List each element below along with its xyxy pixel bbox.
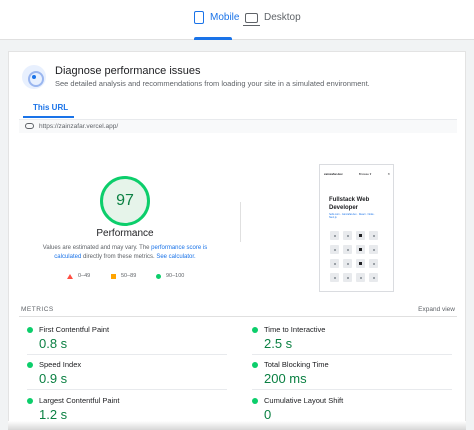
metric-value: 2.5 s bbox=[264, 336, 293, 351]
good-circle-icon bbox=[27, 362, 33, 368]
preview-tile bbox=[369, 231, 378, 240]
url-tab-indicator bbox=[23, 116, 74, 118]
performance-note: Values are estimated and may vary. The p… bbox=[29, 244, 221, 262]
report-card: Diagnose performance issues See detailed… bbox=[8, 51, 466, 430]
metric-row-divider bbox=[27, 354, 227, 355]
metric-label: Largest Contentful Paint bbox=[39, 396, 120, 405]
smartphone-icon bbox=[194, 11, 204, 24]
preview-tile bbox=[369, 259, 378, 268]
legend-average: 50–89 bbox=[111, 273, 136, 279]
url-bar: https://zainzafar.vercel.app/ bbox=[19, 119, 457, 133]
preview-menu: Browse ▾ bbox=[358, 171, 372, 176]
square-icon bbox=[111, 273, 116, 279]
section-divider bbox=[240, 202, 241, 242]
diagnose-subtitle: See detailed analysis and recommendation… bbox=[55, 79, 370, 88]
metric-row-divider bbox=[27, 389, 227, 390]
legend-good-label: 90–100 bbox=[166, 273, 185, 279]
link-icon bbox=[25, 123, 34, 129]
preview-heading-line1: Fullstack Web bbox=[329, 197, 370, 203]
metric-value: 0.9 s bbox=[39, 371, 68, 386]
preview-tile bbox=[330, 259, 339, 268]
metric-label: Speed Index bbox=[39, 360, 82, 369]
preview-tile bbox=[330, 273, 339, 282]
legend-poor: 0–49 bbox=[67, 273, 90, 279]
preview-close: ✕ bbox=[387, 171, 390, 176]
preview-heading-line2: Developer bbox=[329, 205, 359, 211]
tested-url[interactable]: https://zainzafar.vercel.app/ bbox=[39, 123, 118, 130]
tab-mobile-label: Mobile bbox=[210, 12, 240, 23]
metric-value: 200 ms bbox=[264, 371, 307, 386]
preview-tile bbox=[356, 231, 365, 240]
metric-label: Cumulative Layout Shift bbox=[264, 396, 344, 405]
preview-logo: zainzafar.dev bbox=[324, 171, 343, 176]
preview-tile bbox=[343, 245, 352, 254]
note-text-2: directly from these metrics. bbox=[81, 254, 157, 260]
bottom-edge-shadow bbox=[8, 421, 466, 430]
good-circle-icon bbox=[252, 327, 258, 333]
see-calculator-link[interactable]: See calculator. bbox=[156, 254, 195, 260]
expand-view-toggle[interactable]: Expand view bbox=[418, 306, 455, 313]
preview-header: zainzafar.dev Browse ▾ ✕ bbox=[324, 171, 390, 176]
triangle-icon bbox=[67, 273, 73, 279]
preview-tile bbox=[356, 245, 365, 254]
note-text-1: Values are estimated and may vary. The bbox=[42, 245, 152, 251]
tab-desktop[interactable]: Desktop bbox=[243, 12, 301, 38]
metric-tti: Time to Interactive 2.5 s bbox=[252, 324, 452, 354]
performance-score: 97 bbox=[116, 192, 134, 209]
metrics-divider bbox=[19, 316, 457, 317]
laptop-icon bbox=[243, 13, 260, 26]
tab-this-url[interactable]: This URL bbox=[33, 103, 68, 112]
page-screenshot-preview: zainzafar.dev Browse ▾ ✕ Fullstack Web D… bbox=[319, 164, 394, 292]
active-tab-indicator bbox=[194, 37, 232, 40]
legend-average-label: 50–89 bbox=[121, 273, 137, 279]
metric-value: 0.8 s bbox=[39, 336, 68, 351]
good-circle-icon bbox=[252, 362, 258, 368]
metric-label: Total Blocking Time bbox=[264, 360, 329, 369]
good-circle-icon bbox=[252, 398, 258, 404]
metric-tbt: Total Blocking Time 200 ms bbox=[252, 359, 452, 389]
good-circle-icon bbox=[27, 398, 33, 404]
preview-tile bbox=[369, 273, 378, 282]
preview-tile bbox=[343, 231, 352, 240]
metric-speed-index: Speed Index 0.9 s bbox=[27, 359, 227, 389]
tab-desktop-label: Desktop bbox=[264, 12, 301, 23]
metric-fcp: First Contentful Paint 0.8 s bbox=[27, 324, 227, 354]
preview-tile bbox=[343, 273, 352, 282]
legend-good: 90–100 bbox=[156, 273, 184, 279]
preview-tile bbox=[330, 245, 339, 254]
tab-mobile[interactable]: Mobile bbox=[194, 11, 240, 38]
metric-value: 1.2 s bbox=[39, 407, 68, 422]
preview-subtext: hello.com - zainzafar.dev · React · Node… bbox=[329, 213, 376, 219]
legend-poor-label: 0–49 bbox=[78, 273, 91, 279]
circle-icon bbox=[156, 273, 161, 279]
good-circle-icon bbox=[27, 327, 33, 333]
diagnose-icon bbox=[22, 65, 46, 89]
metric-label: First Contentful Paint bbox=[39, 325, 110, 334]
preview-tile bbox=[369, 245, 378, 254]
preview-tile bbox=[330, 231, 339, 240]
preview-icon-grid bbox=[330, 231, 378, 282]
preview-heading: Fullstack Web Developer bbox=[329, 196, 369, 212]
metric-label: Time to Interactive bbox=[264, 325, 326, 334]
metrics-heading: METRICS bbox=[21, 306, 54, 313]
metric-row-divider bbox=[252, 354, 452, 355]
preview-tile bbox=[356, 273, 365, 282]
metric-row-divider bbox=[252, 389, 452, 390]
diagnose-title: Diagnose performance issues bbox=[55, 65, 201, 77]
metric-value: 0 bbox=[264, 407, 272, 422]
preview-tile bbox=[356, 259, 365, 268]
preview-tile bbox=[343, 259, 352, 268]
performance-label: Performance bbox=[96, 228, 154, 239]
device-tabs-bar: Mobile Desktop bbox=[0, 0, 474, 40]
